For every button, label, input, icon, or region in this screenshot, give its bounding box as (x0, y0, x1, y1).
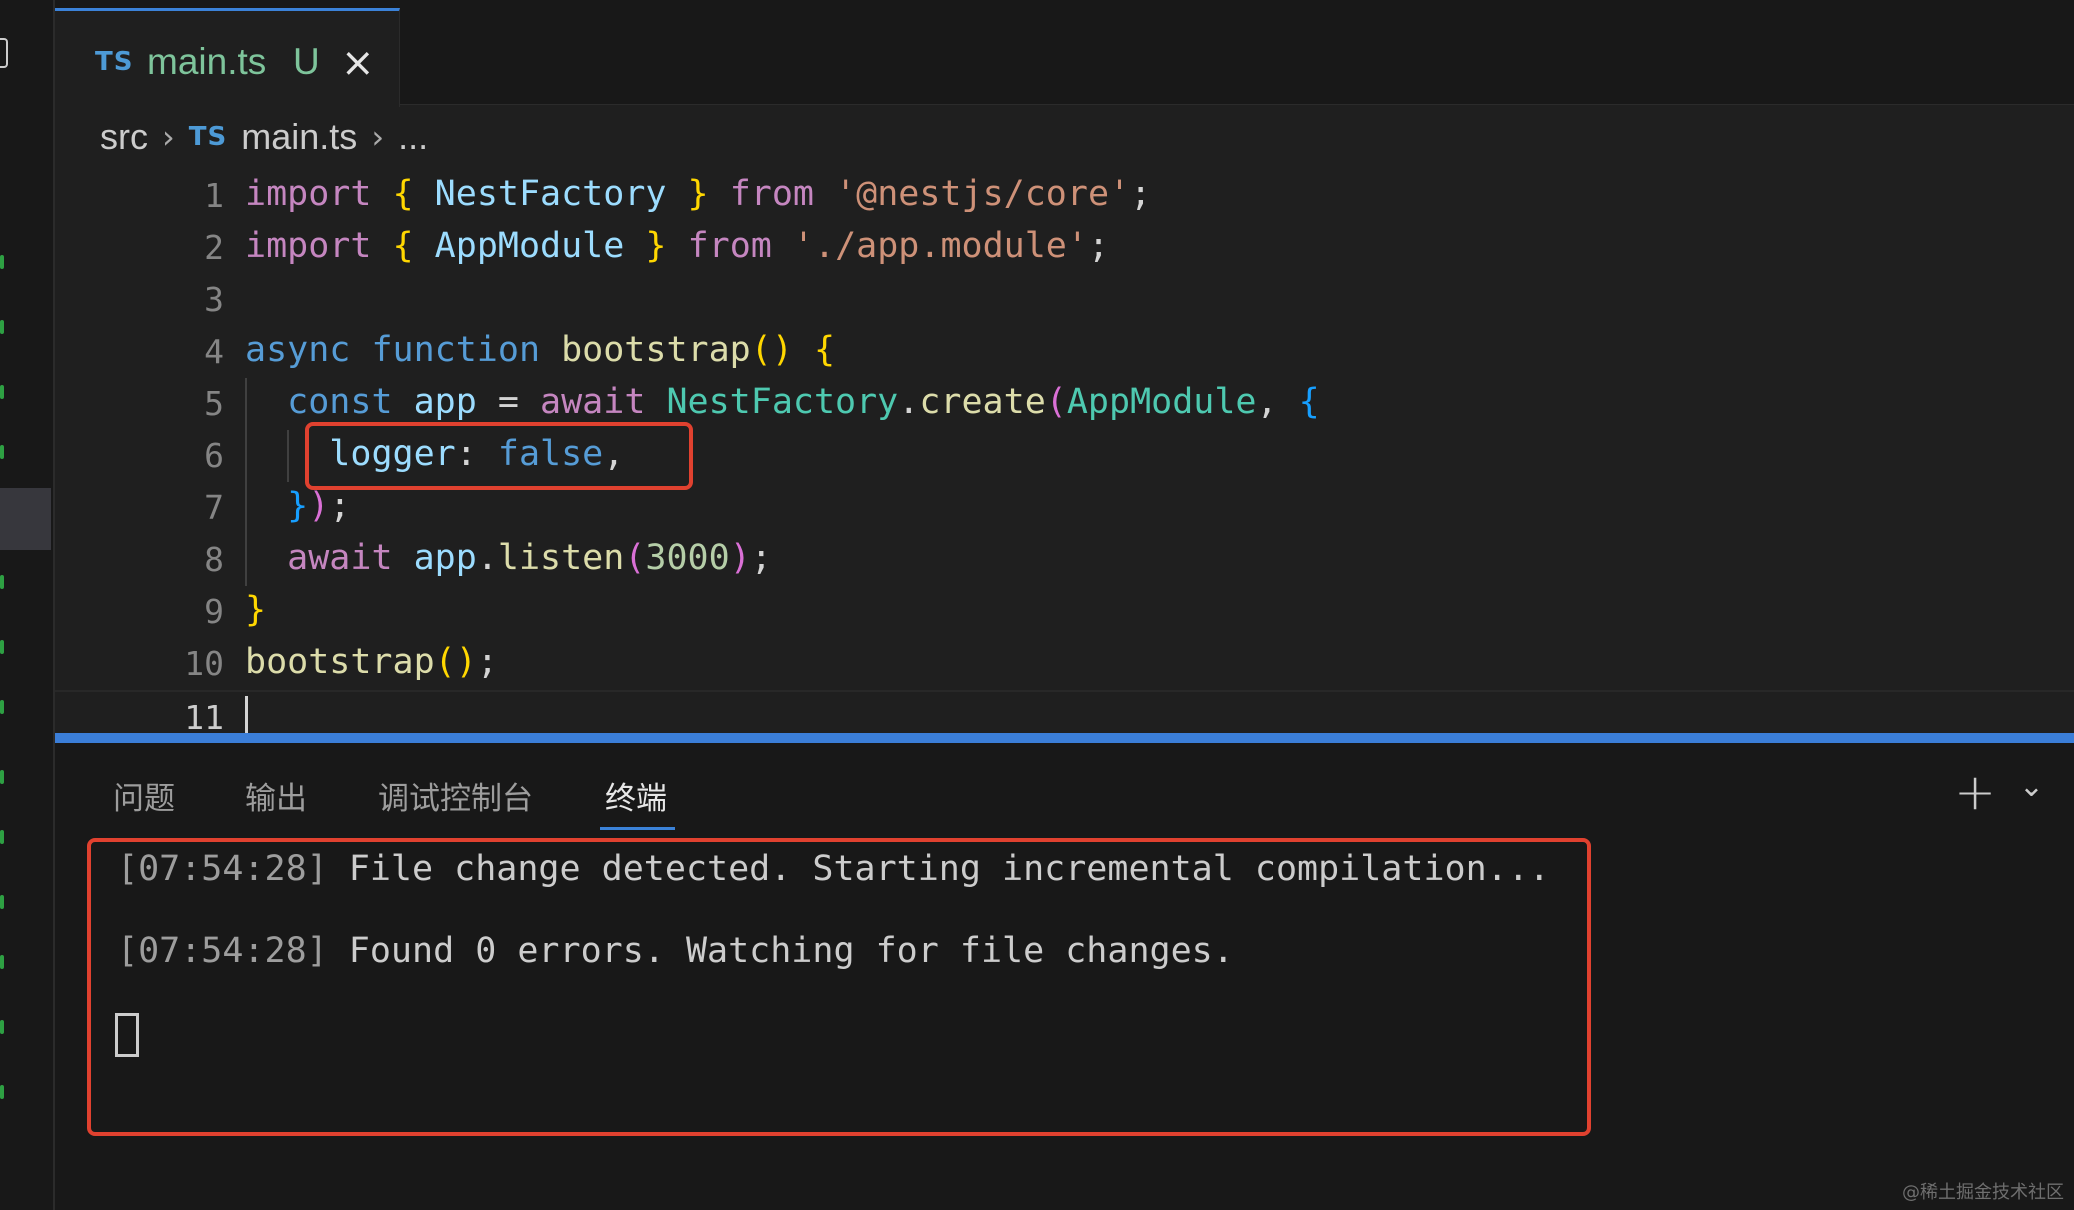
code-line: 9 } (55, 586, 2074, 638)
scm-added-marker (0, 445, 4, 459)
tab-problems[interactable]: 问题 (113, 773, 175, 818)
chevron-right-icon: › (371, 118, 385, 156)
scm-added-marker (0, 640, 4, 654)
editor-tab-main-ts[interactable]: TS main.ts U × (55, 8, 400, 107)
code-line: 4 async function bootstrap() { (55, 326, 2074, 378)
code-editor[interactable]: 1 import { NestFactory } from '@nestjs/c… (55, 170, 2074, 740)
code-text: const app = await NestFactory.create(App… (287, 382, 1320, 422)
active-tab-indicator (600, 827, 675, 830)
highlight-box-logger (305, 422, 693, 490)
line-number: 7 (204, 488, 224, 527)
panel-toggle-icon[interactable] (0, 38, 8, 68)
watermark-text: @稀土掘金技术社区 (1902, 1182, 2064, 1203)
line-number: 8 (204, 540, 224, 579)
activity-selected-item[interactable] (0, 488, 51, 550)
scm-added-marker (0, 830, 4, 844)
code-text: import { AppModule } from './app.module'… (245, 226, 1110, 266)
tab-debug-console[interactable]: 调试控制台 (378, 773, 533, 818)
line-number: 6 (204, 436, 224, 475)
scm-added-marker (0, 955, 4, 969)
highlight-box-terminal (87, 838, 1591, 1136)
scm-added-marker (0, 895, 4, 909)
scm-added-marker (0, 385, 4, 399)
code-line: 3 (55, 274, 2074, 326)
code-line: 1 import { NestFactory } from '@nestjs/c… (55, 170, 2074, 222)
chevron-right-icon: › (162, 118, 175, 156)
line-number: 11 (184, 698, 224, 737)
typescript-file-icon: TS (95, 47, 134, 77)
scm-added-marker (0, 770, 4, 784)
line-number: 3 (204, 280, 224, 319)
line-number: 9 (204, 592, 224, 631)
line-number: 5 (204, 384, 224, 423)
tab-terminal[interactable]: 终端 (605, 773, 667, 818)
code-text: await app.listen(3000); (287, 538, 772, 578)
tab-title: main.ts (147, 41, 267, 82)
scm-added-marker (0, 320, 4, 334)
chevron-down-icon[interactable]: ⌄ (2019, 769, 2044, 804)
breadcrumb: src › TS main.ts › ... (100, 116, 428, 158)
line-number: 4 (204, 332, 224, 371)
panel-resize-sash[interactable] (55, 733, 2074, 743)
code-text: bootstrap(); (245, 642, 498, 682)
code-text: } (245, 590, 267, 630)
new-terminal-plus-icon[interactable]: + (1954, 763, 1996, 821)
typescript-file-icon: TS (188, 122, 228, 152)
line-number: 2 (204, 228, 224, 267)
scm-added-marker (0, 575, 4, 589)
breadcrumb-file[interactable]: main.ts (241, 116, 357, 158)
breadcrumb-folder[interactable]: src (100, 116, 148, 158)
code-line: 10 bootstrap(); (55, 638, 2074, 690)
code-line: 8 await app.listen(3000); (55, 534, 2074, 586)
code-line: 2 import { AppModule } from './app.modul… (55, 222, 2074, 274)
tab-output[interactable]: 输出 (245, 773, 307, 818)
untracked-status-badge: U (293, 41, 320, 82)
scm-added-marker (0, 255, 4, 269)
bottom-panel: 问题 输出 调试控制台 终端 + ⌄ [07:54:28] File chang… (55, 743, 2074, 1210)
line-number: 10 (184, 644, 224, 683)
code-text: }); (287, 486, 351, 526)
code-text: import { NestFactory } from '@nestjs/cor… (245, 174, 1152, 214)
scm-added-marker (0, 1020, 4, 1034)
editor-tab-bar: TS main.ts U × (55, 0, 2074, 107)
line-number: 1 (204, 176, 224, 215)
scm-added-marker (0, 700, 4, 714)
close-icon[interactable]: × (341, 43, 375, 83)
activity-bar (0, 0, 55, 1210)
breadcrumb-symbols[interactable]: ... (398, 116, 428, 158)
scm-added-marker (0, 1085, 4, 1099)
code-text: async function bootstrap() { (245, 330, 836, 370)
